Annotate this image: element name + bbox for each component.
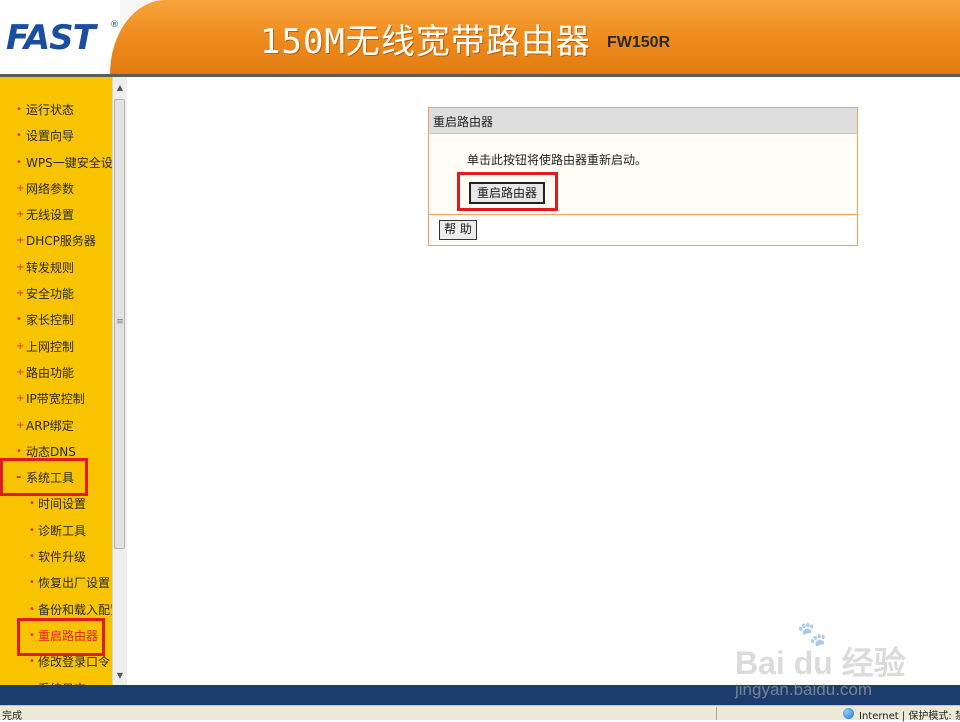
sidebar-item-arp[interactable]: + ARP绑定 xyxy=(0,413,112,439)
sidebar-item-label: ARP绑定 xyxy=(26,418,74,433)
sidebar-subitem-firmware[interactable]: • 软件升级 xyxy=(0,544,112,570)
scrollbar-thumb[interactable]: ≡ xyxy=(114,99,125,549)
sidebar-menu: •运行状态 •设置向导 •WPS一键安全设定 +网络参数 +无线设置 +DHCP… xyxy=(0,77,112,685)
sidebar-item-bandwidth[interactable]: + IP带宽控制 xyxy=(0,386,112,412)
plus-icon: + xyxy=(16,393,25,405)
header-bar: FAST ® 150M无线宽带路由器 FW150R xyxy=(0,0,960,77)
sidebar-item-label: 设置向导 xyxy=(26,129,75,144)
baidu-watermark: 🐾 Bai du 经验 xyxy=(735,620,935,688)
sidebar-item-forwarding[interactable]: + 转发规则 xyxy=(0,255,112,281)
logo-area: FAST ® xyxy=(0,0,120,76)
fast-logo: FAST xyxy=(6,18,96,58)
bullet-icon: • xyxy=(29,676,35,685)
sidebar-item-wps[interactable]: • WPS一键安全设定 xyxy=(0,150,112,176)
sidebar-item-label: 路由功能 xyxy=(26,365,75,380)
panel-title: 重启路由器 xyxy=(433,115,494,129)
sidebar-item-label: 运行状态 xyxy=(26,103,75,117)
plus-icon: + xyxy=(16,366,25,378)
panel-header: 重启路由器 xyxy=(429,108,857,134)
header-divider xyxy=(0,74,960,77)
sidebar-item-label: IP带宽控制 xyxy=(26,392,85,407)
sidebar-item-wireless[interactable]: + 无线设置 xyxy=(0,202,112,228)
bullet-icon: • xyxy=(29,551,35,563)
sidebar-item-label: 系统日志 xyxy=(38,676,86,685)
reboot-description: 单击此按钮将使路由器重新启动。 xyxy=(467,153,648,167)
sidebar-subitem-syslog[interactable]: •系统日志 xyxy=(0,676,112,685)
product-title: 150M无线宽带路由器 xyxy=(260,22,591,62)
sidebar-item-access-control[interactable]: + 上网控制 xyxy=(0,334,112,360)
panel-footer: 帮 助 xyxy=(429,216,857,245)
highlight-reboot-menu xyxy=(17,618,105,656)
globe-icon xyxy=(843,708,854,719)
sidebar-item-label: DHCP服务器 xyxy=(26,234,96,249)
plus-icon: + xyxy=(16,288,25,300)
sidebar-item-wizard[interactable]: • 设置向导 xyxy=(0,123,112,149)
sidebar-scrollbar[interactable]: ▲ ≡ ▼ xyxy=(112,77,127,685)
sidebar-subitem-diagnostics[interactable]: • 诊断工具 xyxy=(0,518,112,544)
sidebar-item-network[interactable]: + 网络参数 xyxy=(0,176,112,202)
plus-icon: + xyxy=(16,235,25,247)
bullet-icon: • xyxy=(16,104,22,115)
sidebar-item-label: 诊断工具 xyxy=(38,523,87,538)
scroll-down-arrow-icon[interactable]: ▼ xyxy=(115,671,125,681)
sidebar-item-label: 软件升级 xyxy=(38,550,87,565)
sidebar-item-status[interactable]: • 运行状态 xyxy=(0,97,112,123)
sidebar-item-parental[interactable]: • 家长控制 xyxy=(0,307,112,333)
highlight-reboot-button xyxy=(457,172,558,211)
registered-mark: ® xyxy=(110,20,119,30)
plus-icon: + xyxy=(16,182,25,194)
orange-banner: 150M无线宽带路由器 FW150R xyxy=(110,0,960,74)
sidebar-item-label: 网络参数 xyxy=(26,181,75,196)
menu-list: •运行状态 •设置向导 •WPS一键安全设定 +网络参数 +无线设置 +DHCP… xyxy=(0,97,112,685)
sidebar-item-label: WPS一键安全设定 xyxy=(26,155,112,170)
sidebar-item-routing[interactable]: + 路由功能 xyxy=(0,360,112,386)
sidebar-item-label: 家长控制 xyxy=(26,313,75,328)
sidebar-item-label: 无线设置 xyxy=(26,208,75,223)
highlight-system-tools xyxy=(0,458,88,496)
watermark-url: jingyan.baidu.com xyxy=(735,680,873,699)
sidebar-item-security[interactable]: + 安全功能 xyxy=(0,281,112,307)
scroll-up-arrow-icon[interactable]: ▲ xyxy=(115,83,125,93)
browser-status-bar: 完成 Internet | 保护模式: 禁 xyxy=(0,705,960,722)
plus-icon: + xyxy=(16,209,25,221)
sidebar-item-label: 转发规则 xyxy=(26,260,75,275)
bullet-icon: • xyxy=(16,314,22,326)
plus-icon: + xyxy=(16,261,25,273)
sidebar-item-label: 上网控制 xyxy=(26,339,75,354)
product-model: FW150R xyxy=(607,34,671,51)
watermark-brand: Bai du 经验 xyxy=(735,645,906,681)
help-button[interactable]: 帮 助 xyxy=(439,220,477,240)
status-divider xyxy=(716,707,717,720)
sidebar-item-label: 恢复出厂设置 xyxy=(38,576,111,591)
bullet-icon: • xyxy=(29,524,35,536)
plus-icon: + xyxy=(16,340,25,352)
bullet-icon: • xyxy=(29,577,35,589)
sidebar-item-label: 安全功能 xyxy=(26,287,75,302)
bullet-icon: • xyxy=(16,130,22,142)
grip-icon: ≡ xyxy=(116,317,124,327)
bullet-icon: • xyxy=(16,156,22,168)
plus-icon: + xyxy=(16,419,25,431)
sidebar-subitem-factory-reset[interactable]: • 恢复出厂设置 xyxy=(0,570,112,596)
sidebar-item-dhcp[interactable]: + DHCP服务器 xyxy=(0,228,112,254)
